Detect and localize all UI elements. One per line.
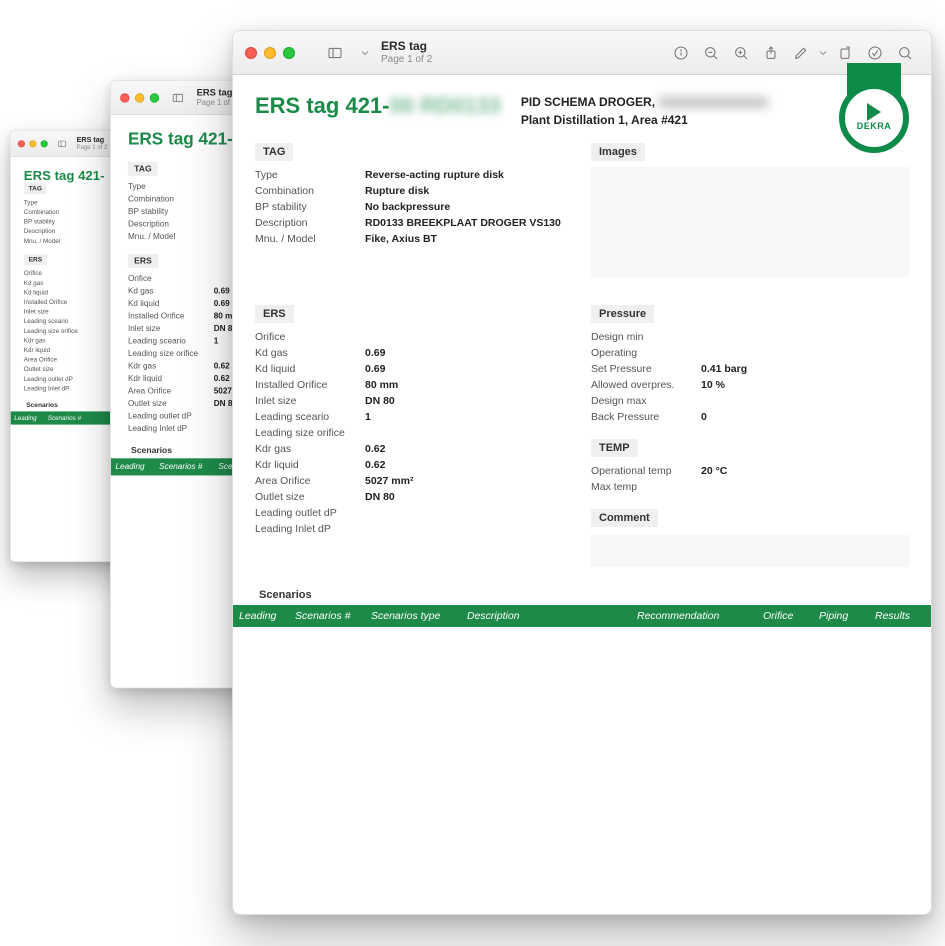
traffic-lights — [120, 93, 159, 102]
document-body: DEKRA ERS tag 421-00 RD0133 PID SCHEMA D… — [233, 75, 931, 627]
window-title: ERS tag Page 1 of 2 — [381, 40, 657, 64]
ers-heading: ERS — [128, 254, 158, 268]
pressure-heading: Pressure — [591, 305, 654, 323]
col-scenarios-type: Scenarios type — [371, 610, 461, 622]
rotate-icon[interactable] — [831, 40, 859, 66]
label: Type — [255, 169, 365, 181]
sidebar-toggle-icon[interactable] — [321, 40, 349, 66]
traffic-lights — [245, 47, 295, 59]
document-header-info: PID SCHEMA DROGER, Plant Distillation 1,… — [521, 93, 769, 129]
titlebar: ERS tag Page 1 of 2 — [233, 31, 931, 75]
close-window-icon[interactable] — [18, 140, 25, 147]
document-title: ERS tag 421-00 RD0133 — [255, 93, 501, 129]
preview-window-front: ERS tag Page 1 of 2 DEKRA ERS tag 421-00 — [232, 30, 932, 915]
redacted-text — [658, 97, 768, 108]
window-subtitle-text: Page 1 of 2 — [381, 54, 657, 65]
chevron-down-icon[interactable] — [817, 40, 829, 66]
zoom-in-icon[interactable] — [727, 40, 755, 66]
sidebar-toggle-icon[interactable] — [167, 87, 189, 107]
sidebar-toggle-icon[interactable] — [54, 136, 71, 152]
pressure-section: Pressure Design min Operating Set Pressu… — [591, 305, 909, 425]
share-icon[interactable] — [757, 40, 785, 66]
markup-icon[interactable] — [787, 40, 815, 66]
col-scenarios-num: Scenarios # — [295, 610, 365, 622]
value: Reverse-acting rupture disk — [365, 169, 573, 181]
comment-placeholder — [591, 535, 909, 567]
tag-section: TAG TypeReverse-acting rupture disk Comb… — [255, 143, 573, 247]
toolbar-right — [667, 40, 919, 66]
tag-heading: TAG — [255, 143, 293, 161]
images-heading: Images — [591, 143, 645, 161]
scenarios-header-bar: Leading Scenarios # Scenarios type Descr… — [233, 605, 931, 627]
traffic-lights — [18, 140, 48, 147]
close-window-icon[interactable] — [245, 47, 257, 59]
col-piping: Piping — [819, 610, 869, 622]
fullscreen-window-icon[interactable] — [283, 47, 295, 59]
col-recommendation: Recommendation — [637, 610, 757, 622]
triangle-icon — [867, 103, 881, 121]
search-icon[interactable] — [891, 40, 919, 66]
dekra-logo: DEKRA — [839, 81, 909, 153]
ers-heading: ERS — [24, 254, 47, 265]
highlight-icon[interactable] — [861, 40, 889, 66]
minimize-window-icon[interactable] — [29, 140, 36, 147]
close-window-icon[interactable] — [120, 93, 129, 102]
col-results: Results — [875, 610, 925, 622]
temp-heading: TEMP — [591, 439, 638, 457]
col-orifice: Orifice — [763, 610, 813, 622]
zoom-out-icon[interactable] — [697, 40, 725, 66]
fullscreen-window-icon[interactable] — [150, 93, 159, 102]
ers-heading: ERS — [255, 305, 294, 323]
minimize-window-icon[interactable] — [135, 93, 144, 102]
fullscreen-window-icon[interactable] — [41, 140, 48, 147]
window-title-text: ERS tag — [381, 40, 657, 53]
temp-section: TEMP Operational temp20 °C Max temp — [591, 439, 909, 495]
col-leading: Leading — [239, 610, 289, 622]
images-section: Images — [591, 143, 909, 277]
comment-heading: Comment — [591, 509, 658, 527]
scenarios-heading: Scenarios — [259, 589, 909, 601]
comment-section: Comment — [591, 509, 909, 567]
tag-heading: TAG — [128, 162, 158, 176]
ers-section: ERS Orifice Kd gas0.69 Kd liquid0.69 Ins… — [255, 305, 573, 537]
col-description: Description — [467, 610, 631, 622]
chevron-down-icon[interactable] — [359, 40, 371, 66]
info-icon[interactable] — [667, 40, 695, 66]
images-placeholder — [591, 167, 909, 277]
tag-heading: TAG — [24, 183, 47, 194]
minimize-window-icon[interactable] — [264, 47, 276, 59]
